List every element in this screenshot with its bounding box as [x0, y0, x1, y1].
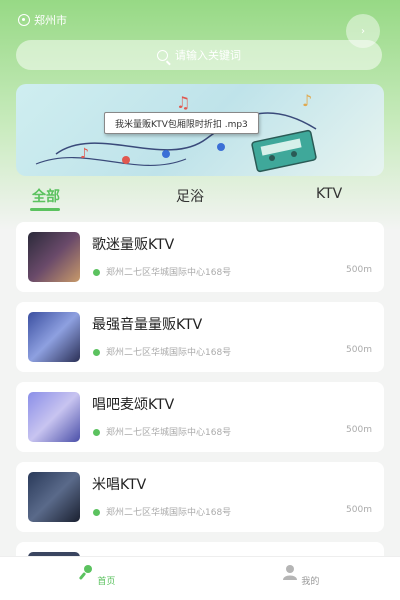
location-dot-icon [93, 349, 100, 356]
venue-name: 歌迷量贩KTV [92, 237, 175, 253]
microphone-icon [78, 565, 92, 580]
venue-distance: 500m [346, 505, 372, 515]
tab-foot-massage[interactable]: 足浴 [176, 186, 204, 206]
venue-distance: 500m [346, 265, 372, 275]
venue-card[interactable]: 米唱KTV 郑州二七区华城国际中心168号 500m [16, 462, 384, 532]
venue-thumbnail [28, 472, 80, 522]
bottom-navigation: 首页 我的 [0, 556, 400, 600]
venue-address: 郑州二七区华城国际中心168号 [106, 428, 232, 438]
banner-label: 我米量贩KTV包厢限时折扣 .mp3 [104, 112, 259, 134]
svg-text:♪: ♪ [302, 91, 312, 110]
promo-banner[interactable]: ♪ ♫ ♪ 我米量贩KTV包厢限时折扣 .mp3 [16, 84, 384, 176]
venue-name: 最强音量量贩KTV [92, 317, 203, 333]
venue-distance: 500m [346, 425, 372, 435]
venue-distance: 500m [346, 345, 372, 355]
svg-text:♫: ♫ [176, 93, 190, 112]
venue-address: 郑州二七区华城国际中心168号 [106, 508, 232, 518]
location-dot-icon [93, 429, 100, 436]
svg-text:♪: ♪ [80, 146, 89, 162]
venue-card[interactable]: 歌迷量贩KTV 郑州二七区华城国际中心168号 500m [16, 222, 384, 292]
venue-name: 米唱KTV [92, 477, 147, 493]
location-label: 郑州市 [34, 14, 67, 27]
nav-home[interactable]: 首页 [66, 563, 126, 587]
nav-profile[interactable]: 我的 [270, 563, 330, 587]
venue-name: 唱吧麦颂KTV [92, 397, 175, 413]
venue-thumbnail [28, 392, 80, 442]
location-pin-icon [18, 14, 30, 26]
venue-card[interactable]: 最强音量量贩KTV 郑州二七区华城国际中心168号 500m [16, 302, 384, 372]
venue-card[interactable]: 唱吧麦颂KTV 郑州二七区华城国际中心168号 500m [16, 382, 384, 452]
more-icon: › [361, 25, 365, 37]
tab-all[interactable]: 全部 [32, 186, 60, 206]
user-icon [282, 565, 297, 580]
location-selector[interactable]: 郑州市 [18, 12, 67, 28]
venue-address: 郑州二七区华城国际中心168号 [106, 268, 232, 278]
location-dot-icon [93, 269, 100, 276]
nav-home-label: 首页 [97, 577, 116, 587]
search-input[interactable]: 请输入关键词 [16, 40, 382, 70]
search-icon [157, 49, 168, 61]
location-dot-icon [93, 509, 100, 516]
venue-thumbnail [28, 232, 80, 282]
top-bar: 郑州市 [0, 8, 400, 34]
venue-thumbnail [28, 312, 80, 362]
nav-profile-label: 我的 [301, 577, 320, 587]
tab-ktv[interactable]: KTV [316, 186, 342, 202]
search-placeholder: 请输入关键词 [175, 49, 241, 62]
category-tabs: 全部 足浴 KTV [0, 184, 400, 214]
venue-address: 郑州二七区华城国际中心168号 [106, 348, 232, 358]
active-tab-indicator [30, 208, 60, 211]
